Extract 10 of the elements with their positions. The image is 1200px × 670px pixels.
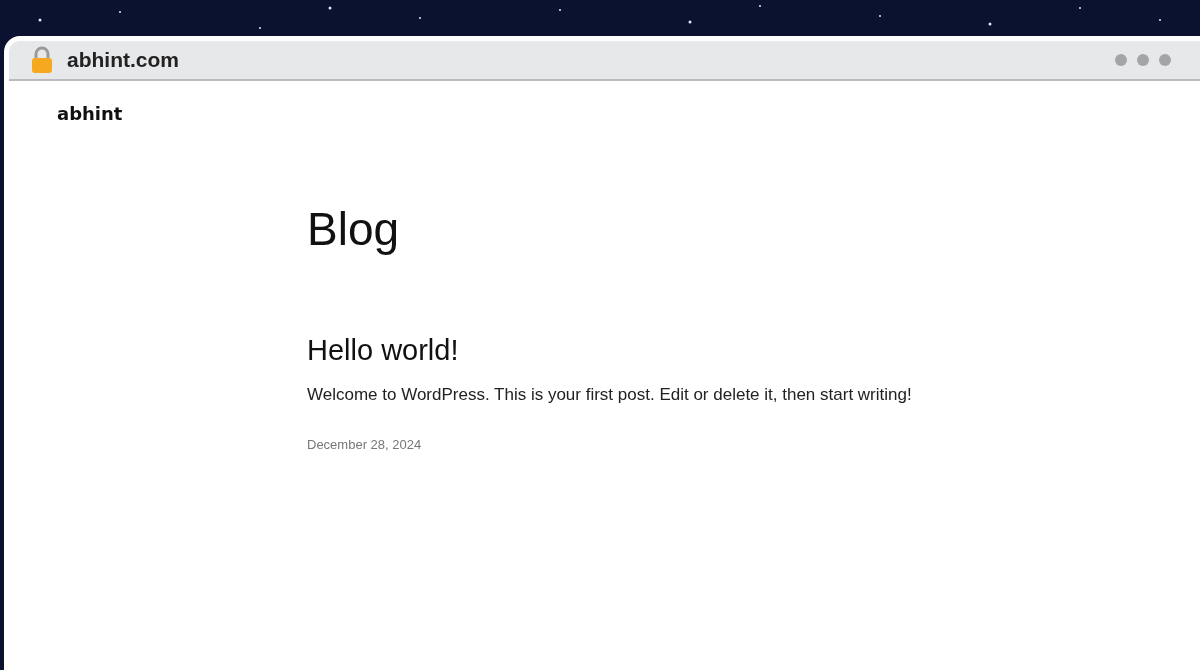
window-dot <box>1137 54 1149 66</box>
window-dot <box>1115 54 1127 66</box>
page-heading: Blog <box>307 202 400 256</box>
post-excerpt: Welcome to WordPress. This is your first post. Edit or delete it, then start writing! <box>307 385 912 405</box>
window-dot <box>1159 54 1171 66</box>
site-title[interactable]: abhint <box>57 103 123 124</box>
address-text[interactable]: abhint.com <box>67 48 179 72</box>
lock-icon <box>31 46 53 74</box>
post-title[interactable]: Hello world! <box>307 334 459 367</box>
post-date: December 28, 2024 <box>307 437 422 452</box>
